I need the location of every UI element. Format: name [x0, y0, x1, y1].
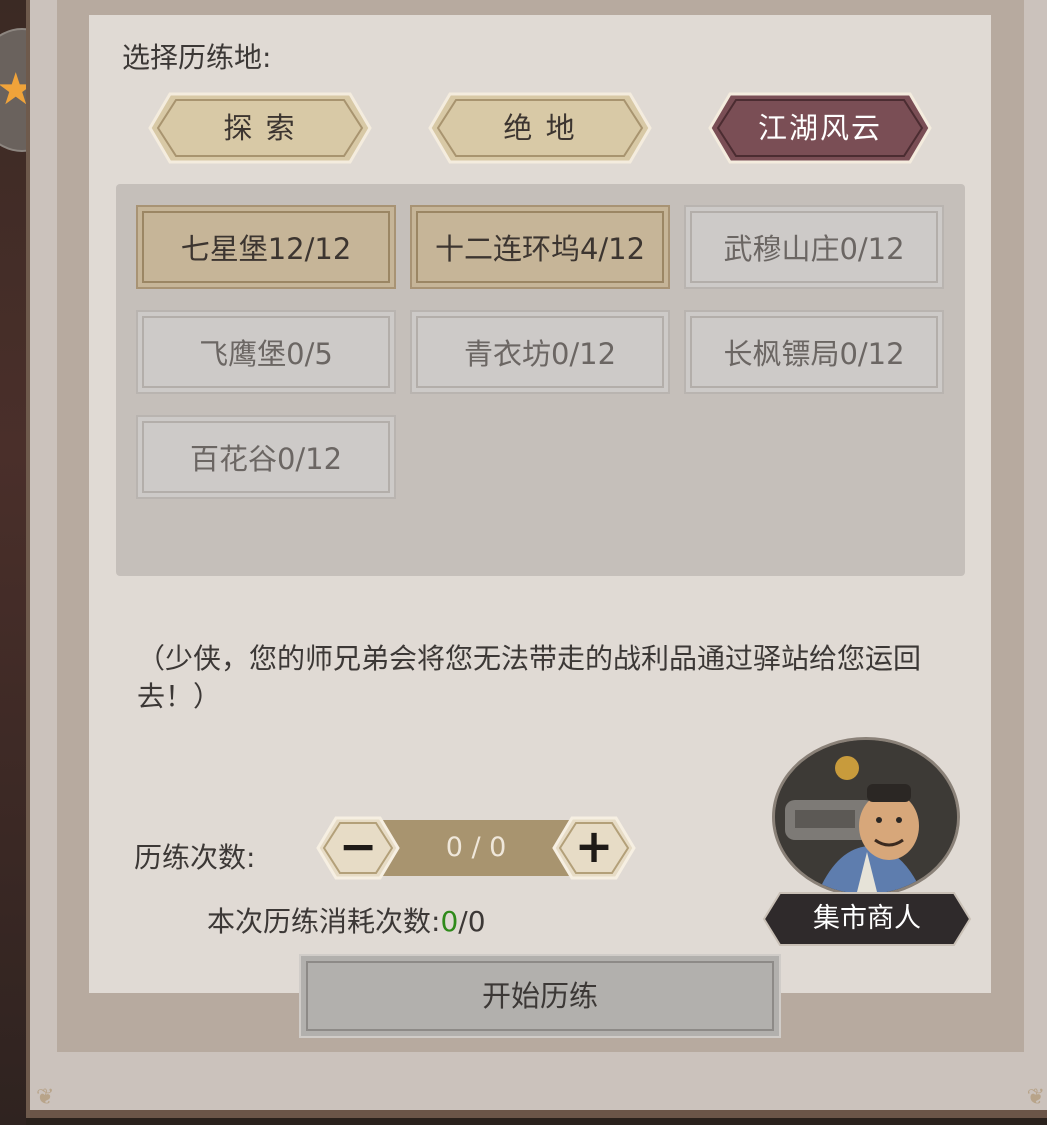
merchant-button[interactable]: [772, 737, 964, 897]
location-shierlianhuanwu[interactable]: 十二连环坞4/12: [410, 205, 670, 289]
tab-label: 绝 地: [503, 111, 577, 145]
location-label: 青衣坊0/12: [463, 337, 617, 371]
plus-icon: +: [574, 819, 614, 873]
background-left-strip: [0, 0, 26, 1125]
count-value: 0 / 0: [445, 832, 507, 863]
location-label: 长枫镖局0/12: [723, 337, 905, 371]
start-training-label: 开始历练: [481, 979, 598, 1013]
tab-jedi[interactable]: 绝 地: [428, 92, 652, 164]
tab-label: 江湖风云: [757, 111, 882, 145]
merchant-portrait-art: [775, 740, 957, 894]
location-wumushanzhuang[interactable]: 武穆山庄0/12: [684, 205, 944, 289]
decrease-button[interactable]: −: [316, 816, 400, 880]
location-label: 七星堡12/12: [180, 232, 352, 266]
location-label: 武穆山庄0/12: [723, 232, 905, 266]
minus-icon: −: [338, 819, 378, 873]
location-label: 飞鹰堡0/5: [199, 337, 333, 371]
corner-ornament-icon: ❦: [36, 1085, 55, 1110]
count-label: 历练次数:: [134, 841, 256, 874]
location-changfengbiaoju[interactable]: 长枫镖局0/12: [684, 310, 944, 394]
merchant-label: 集市商人: [813, 903, 921, 934]
tab-label: 探 索: [223, 111, 297, 145]
tab-jianghu[interactable]: 江湖风云: [708, 92, 932, 164]
increase-button[interactable]: +: [552, 816, 636, 880]
consume-total: /0: [458, 905, 486, 938]
location-baihuagu[interactable]: 百花谷0/12: [136, 415, 396, 499]
select-location-label: 选择历练地:: [122, 41, 272, 74]
corner-ornament-icon: ❦: [1026, 1085, 1045, 1110]
location-qingyifang[interactable]: 青衣坊0/12: [410, 310, 670, 394]
merchant-portrait: [772, 737, 960, 897]
tab-explore[interactable]: 探 索: [148, 92, 372, 164]
location-label: 十二连环坞4/12: [434, 232, 646, 266]
location-label: 百花谷0/12: [189, 442, 343, 476]
location-feiyingbao[interactable]: 飞鹰堡0/5: [136, 310, 396, 394]
consume-info: 本次历练消耗次数:0/0: [207, 900, 486, 940]
location-qixingbao[interactable]: 七星堡12/12: [136, 205, 396, 289]
consume-label: 本次历练消耗次数:: [207, 905, 441, 938]
start-training-button[interactable]: 开始历练: [299, 954, 781, 1038]
count-stepper: − 0 / 0 +: [316, 816, 636, 880]
frame-bottom-border: [30, 1110, 1047, 1118]
consume-used: 0: [440, 905, 459, 938]
loot-note: （少侠，您的师兄弟会将您无法带走的战利品通过驿站给您运回去！）: [137, 642, 922, 713]
merchant-label-plate[interactable]: 集市商人: [762, 891, 972, 947]
